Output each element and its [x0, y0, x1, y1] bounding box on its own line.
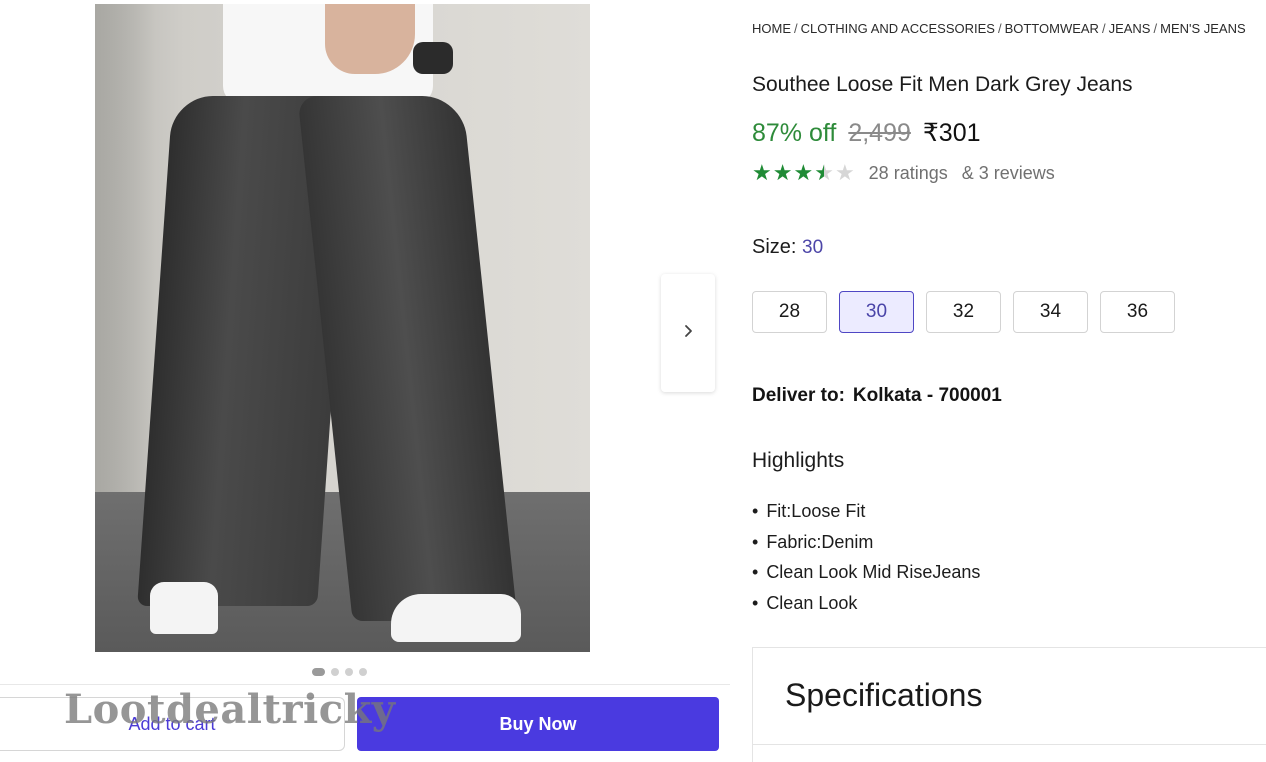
star-rating: ★ ★ ★ ★ ★	[752, 162, 855, 184]
chevron-right-icon	[682, 324, 694, 343]
highlight-item: Clean Look Mid RiseJeans	[752, 557, 980, 588]
deliver-label: Deliver to:	[752, 385, 845, 406]
carousel-dots	[312, 668, 367, 676]
star-icon: ★	[834, 160, 855, 185]
buy-now-button[interactable]: Buy Now	[357, 697, 719, 751]
carousel-dot[interactable]	[359, 668, 367, 676]
breadcrumb-home[interactable]: HOME	[752, 21, 791, 36]
original-price: 2,499	[848, 119, 911, 147]
specifications-card[interactable]: Specifications	[752, 647, 1266, 762]
delivery-location[interactable]: Kolkata - 700001	[853, 385, 1002, 406]
highlights-list: Fit:Loose Fit Fabric:Denim Clean Look Mi…	[752, 496, 980, 618]
carousel-dot[interactable]	[312, 668, 325, 676]
star-icon: ★	[814, 160, 834, 185]
size-options: 28 30 32 34 36	[752, 291, 1175, 333]
wristwatch	[413, 42, 453, 74]
selected-size: 30	[802, 237, 824, 258]
size-option-32[interactable]: 32	[926, 291, 1001, 333]
product-image[interactable]	[95, 4, 590, 652]
rating-row: ★ ★ ★ ★ ★ 28 ratings & 3 reviews	[752, 162, 1055, 184]
carousel-dot[interactable]	[331, 668, 339, 676]
discount-percent: 87% off	[752, 119, 837, 147]
ratings-count[interactable]: 28 ratings	[869, 163, 948, 184]
left-sneaker	[150, 582, 218, 634]
action-bar: Add to cart Buy Now	[0, 684, 730, 762]
divider	[753, 744, 1266, 745]
star-icon: ★	[772, 160, 793, 185]
size-option-28[interactable]: 28	[752, 291, 827, 333]
price-row: 87% off 2,499 ₹301	[752, 118, 981, 148]
breadcrumb-clothing[interactable]: CLOTHING AND ACCESSORIES	[801, 21, 995, 36]
reviews-count[interactable]: & 3 reviews	[962, 163, 1055, 184]
product-title: Southee Loose Fit Men Dark Grey Jeans	[752, 73, 1133, 96]
wall-shadow	[95, 4, 155, 492]
size-option-36[interactable]: 36	[1100, 291, 1175, 333]
specifications-title: Specifications	[785, 677, 983, 713]
size-label-text: Size:	[752, 236, 797, 258]
breadcrumb-jeans[interactable]: JEANS	[1109, 21, 1151, 36]
size-label: Size: 30	[752, 236, 823, 259]
size-option-34[interactable]: 34	[1013, 291, 1088, 333]
breadcrumb: HOME / CLOTHING AND ACCESSORIES / BOTTOMWEAR…	[752, 21, 1246, 36]
size-option-30[interactable]: 30	[839, 291, 914, 333]
carousel-dot[interactable]	[345, 668, 353, 676]
highlights-title: Highlights	[752, 449, 845, 472]
breadcrumb-mens-jeans[interactable]: MEN'S JEANS	[1160, 21, 1246, 36]
highlight-item: Fabric:Denim	[752, 527, 980, 558]
delivery-info: Deliver to: Kolkata - 700001	[752, 385, 1002, 407]
hand	[325, 4, 415, 74]
highlight-item: Clean Look	[752, 588, 980, 619]
selling-price: ₹301	[922, 119, 981, 147]
breadcrumb-bottomwear[interactable]: BOTTOMWEAR	[1005, 21, 1099, 36]
highlight-item: Fit:Loose Fit	[752, 496, 980, 527]
add-to-cart-button[interactable]: Add to cart	[0, 697, 345, 751]
right-sneaker	[391, 594, 521, 642]
star-icon: ★	[752, 160, 772, 185]
next-image-button[interactable]	[661, 274, 715, 392]
star-icon: ★	[793, 160, 814, 185]
